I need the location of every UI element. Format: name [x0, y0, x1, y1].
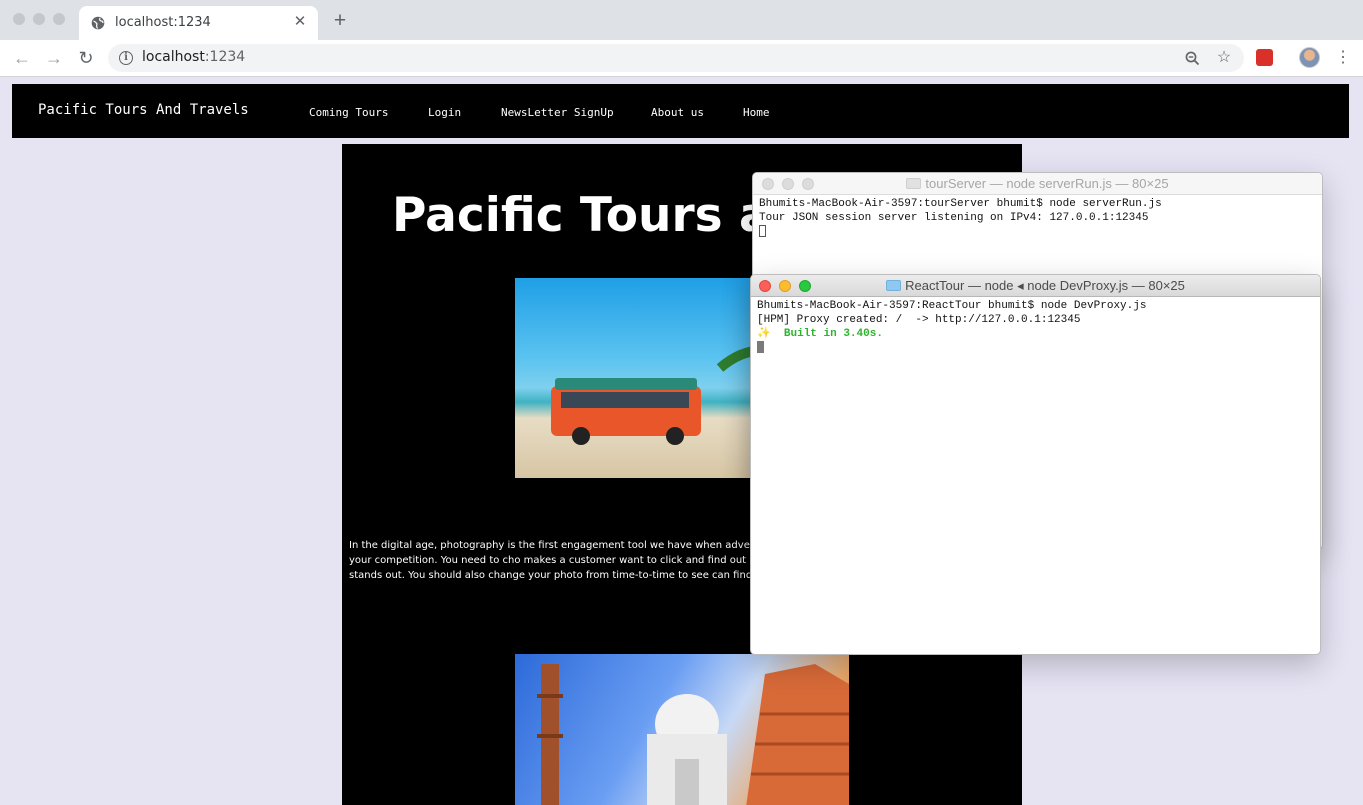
terminal-title: ReactTour — node ◂ node DevProxy.js — 80…	[751, 278, 1320, 294]
url-port: :1234	[204, 49, 246, 65]
terminal-line: Tour JSON session server listening on IP…	[759, 212, 1149, 224]
folder-icon	[906, 178, 922, 189]
close-icon[interactable]: ✕	[290, 12, 310, 32]
terminal-title-text: tourServer — node serverRun.js — 80×25	[925, 176, 1169, 191]
nav-link-home[interactable]: Home	[743, 106, 770, 119]
terminal-output[interactable]: Bhumits-MacBook-Air-3597:tourServer bhum…	[759, 197, 1316, 240]
tab-strip: localhost:1234 ✕ +	[0, 0, 1363, 40]
zoom-icon[interactable]	[1185, 51, 1200, 66]
nav-link-about-us[interactable]: About us	[651, 106, 704, 119]
star-icon[interactable]: ☆	[1214, 48, 1234, 68]
terminal-titlebar[interactable]: tourServer — node serverRun.js — 80×25	[753, 173, 1322, 195]
terminal-line: [HPM] Proxy created: / -> http://127.0.0…	[757, 314, 1081, 326]
terminal-window-react-tour[interactable]: ReactTour — node ◂ node DevProxy.js — 80…	[750, 274, 1321, 655]
terminal-cursor	[759, 225, 766, 237]
terminal-line: Bhumits-MacBook-Air-3597:tourServer bhum…	[759, 198, 1162, 210]
browser-toolbar: ← → ↻ i localhost:1234 ☆ ⋮	[0, 40, 1363, 77]
address-bar[interactable]: i localhost:1234 ☆	[108, 44, 1244, 72]
url-text[interactable]: localhost:1234	[142, 49, 245, 65]
site-brand[interactable]: Pacific Tours And Travels	[38, 102, 249, 118]
forward-icon[interactable]: →	[44, 48, 64, 68]
site-navbar: Pacific Tours And Travels Coming Tours L…	[12, 84, 1349, 138]
build-status: Built in 3.40s.	[783, 328, 883, 340]
reload-icon[interactable]: ↻	[76, 48, 96, 68]
nav-link-coming-tours[interactable]: Coming Tours	[309, 106, 388, 119]
india-monuments-image	[515, 654, 849, 805]
window-close-button[interactable]	[13, 13, 25, 25]
window-zoom-button[interactable]	[53, 13, 65, 25]
window-minimize-button[interactable]	[33, 13, 45, 25]
terminal-line: Bhumits-MacBook-Air-3597:ReactTour bhumi…	[757, 300, 1147, 312]
more-icon[interactable]: ⋮	[1333, 48, 1353, 68]
plus-icon[interactable]: +	[330, 10, 350, 31]
browser-tab[interactable]: localhost:1234 ✕	[79, 6, 318, 40]
info-icon[interactable]: i	[119, 51, 133, 65]
terminal-output[interactable]: Bhumits-MacBook-Air-3597:ReactTour bhumi…	[757, 299, 1314, 356]
sparkle-icon: ✨	[757, 328, 771, 340]
avatar[interactable]	[1299, 47, 1320, 68]
nav-link-newsletter-signup[interactable]: NewsLetter SignUp	[501, 106, 614, 119]
terminal-titlebar[interactable]: ReactTour — node ◂ node DevProxy.js — 80…	[751, 275, 1320, 297]
extension-icon[interactable]	[1256, 49, 1273, 66]
hero-title: Pacific Tours an	[392, 188, 805, 243]
url-host: localhost	[142, 49, 205, 65]
globe-icon	[91, 16, 105, 30]
terminal-title: tourServer — node serverRun.js — 80×25	[753, 176, 1322, 191]
nav-link-login[interactable]: Login	[428, 106, 461, 119]
terminal-title-text: ReactTour — node ◂ node DevProxy.js — 80…	[905, 278, 1185, 293]
back-icon[interactable]: ←	[12, 48, 32, 68]
folder-icon	[886, 280, 902, 291]
terminal-cursor	[757, 341, 764, 353]
tab-title: localhost:1234	[115, 15, 211, 30]
